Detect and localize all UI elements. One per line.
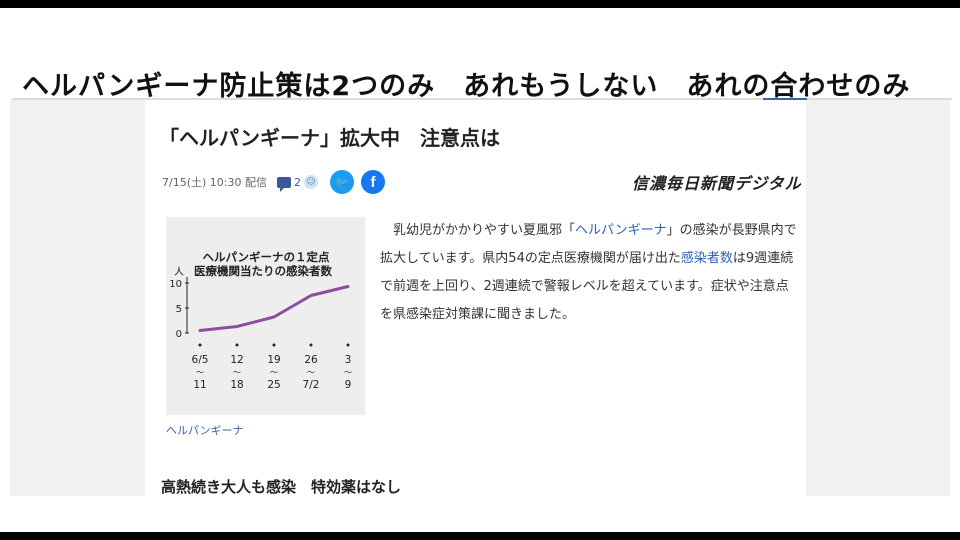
chart-series-line <box>198 285 350 332</box>
chart-x-tick-dot <box>346 343 350 347</box>
twitter-icon[interactable]: 🐦 <box>329 170 354 194</box>
chart-y-tick-label: 10 <box>169 279 182 290</box>
right-gutter <box>806 100 950 504</box>
chart-x-label-range: 〜 <box>233 368 241 377</box>
chart-y-tick-label: 0 <box>176 329 182 340</box>
chart-x-label-start: 26 <box>304 354 318 366</box>
lower-frame-band <box>0 496 960 532</box>
article-subheading: 高熱続き大人も感染 特効薬はなし <box>161 478 402 496</box>
article-headline: 「ヘルパンギーナ」拡大中 注意点は <box>159 126 500 150</box>
chart-x-label-end: 18 <box>230 379 243 391</box>
comment-icon[interactable] <box>276 176 291 192</box>
article-meta: 7/15(土) 10:30 配信 2 ☺ 🐦 f <box>162 170 392 194</box>
chart-title-line1: ヘルパンギーナの１定点 <box>202 250 330 264</box>
chart-x-label-range: 〜 <box>307 368 315 377</box>
body-text-1: 乳幼児がかかりやすい夏風邪「 <box>393 223 576 238</box>
chart-x-label-end: 7/2 <box>303 379 320 391</box>
chart-x-label-start: 3 <box>345 354 352 366</box>
chart-x-label-range: 〜 <box>270 368 278 377</box>
chart-x-label-end: 25 <box>267 379 280 391</box>
infection-chart: ヘルパンギーナの１定点 医療機関当たりの感染者数 人 10 5 0 6/5 〜 11 12… <box>169 250 352 391</box>
smile-icon[interactable]: ☺ <box>303 175 318 189</box>
body-link-infected-count[interactable]: 感染者数 <box>681 251 733 266</box>
chart-y-tick-label: 5 <box>176 304 182 315</box>
chart-x-label-start: 19 <box>267 354 280 366</box>
article-container: 「ヘルパンギーナ」拡大中 注意点は 7/15(土) 10:30 配信 2 ☺ 🐦… <box>145 100 806 504</box>
chart-x-label-range: 〜 <box>344 368 352 377</box>
chart-x-label-end: 11 <box>193 379 206 391</box>
chart-x-tick-dot <box>309 343 313 347</box>
chart-x-tick-dot <box>235 343 239 347</box>
video-frame: ヘルパンギーナ防止策は2つのみ あれもうしない あれの合わせのみ 「ヘルパンギー… <box>0 8 960 532</box>
chart-x-label-start: 12 <box>230 354 243 366</box>
chart-x-tick-dot <box>198 343 202 347</box>
article-body: 乳幼児がかかりやすい夏風邪「ヘルパンギーナ」の感染が長野県内で拡大しています。県… <box>380 217 798 329</box>
chart-x-label-start: 6/5 <box>192 354 209 366</box>
chart-figure[interactable]: ヘルパンギーナの１定点 医療機関当たりの感染者数 人 10 5 0 6/5 〜 11 12… <box>166 217 365 415</box>
chart-x-label-end: 9 <box>345 379 352 391</box>
facebook-icon[interactable]: f <box>360 170 385 194</box>
body-link-herpangina[interactable]: ヘルパンギーナ <box>575 223 667 238</box>
chart-title-line2: 医療機関当たりの感染者数 <box>194 264 332 278</box>
chart-x-label-range: 〜 <box>196 368 204 377</box>
chart-y-label: 人 <box>174 266 184 278</box>
publisher-logo[interactable]: 信濃毎日新聞デジタル <box>632 170 802 194</box>
chart-x-tick-dot <box>272 343 276 347</box>
figure-caption-link[interactable]: ヘルパンギーナ <box>166 422 244 438</box>
comment-count[interactable]: 2 <box>294 176 301 189</box>
publish-date: 7/15(土) 10:30 配信 <box>162 176 267 189</box>
left-gutter <box>10 100 145 504</box>
